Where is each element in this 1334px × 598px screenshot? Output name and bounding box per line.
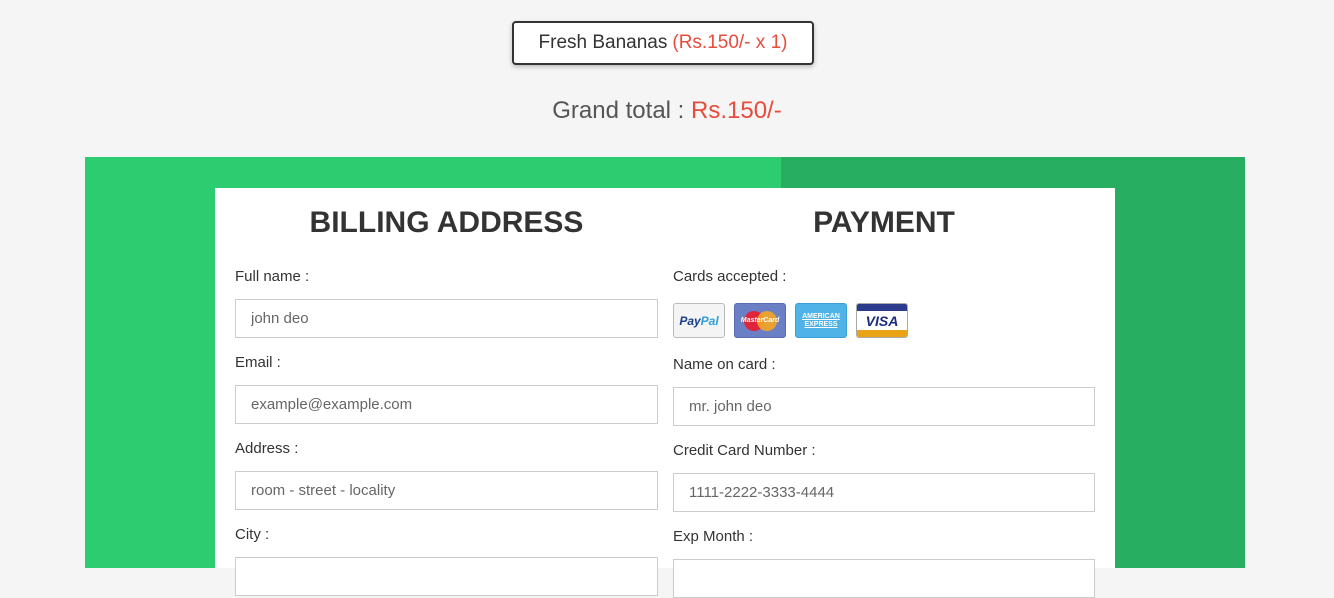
- name-on-card-label: Name on card :: [673, 356, 776, 373]
- mastercard-icon: MasterCard: [734, 303, 786, 338]
- full-name-label: Full name :: [235, 268, 310, 285]
- full-name-input[interactable]: [235, 299, 658, 338]
- address-label: Address :: [235, 440, 299, 457]
- address-input[interactable]: [235, 471, 658, 510]
- grand-total: Grand total : Rs.150/-: [0, 97, 1334, 125]
- email-label: Email :: [235, 354, 281, 371]
- payment-title: PAYMENT: [813, 206, 955, 239]
- email-input[interactable]: [235, 385, 658, 424]
- amex-icon: AMERICAN EXPRESS: [795, 303, 847, 338]
- exp-month-input[interactable]: [673, 559, 1095, 598]
- billing-address-title: BILLING ADDRESS: [309, 206, 584, 239]
- order-item-box: Fresh Bananas (Rs.150/- x 1): [512, 21, 814, 65]
- name-on-card-input[interactable]: [673, 387, 1095, 426]
- checkout-form: BILLING ADDRESS Full name : Email : Addr…: [215, 188, 1115, 598]
- exp-month-label: Exp Month :: [673, 528, 754, 545]
- accepted-cards: PayPal MasterCard AMERICAN EXPRESS VISA: [673, 303, 908, 338]
- cards-accepted-label: Cards accepted :: [673, 268, 787, 285]
- card-number-label: Credit Card Number :: [673, 442, 816, 459]
- city-input[interactable]: [235, 557, 658, 596]
- visa-icon: VISA: [856, 303, 908, 338]
- grand-total-amount: Rs.150/-: [691, 97, 782, 124]
- city-label: City :: [235, 526, 270, 543]
- order-item-name: Fresh Bananas: [538, 32, 668, 53]
- grand-total-label: Grand total :: [552, 97, 685, 124]
- card-number-input[interactable]: [673, 473, 1095, 512]
- paypal-icon: PayPal: [673, 303, 725, 338]
- order-item-price: (Rs.150/- x 1): [672, 32, 788, 53]
